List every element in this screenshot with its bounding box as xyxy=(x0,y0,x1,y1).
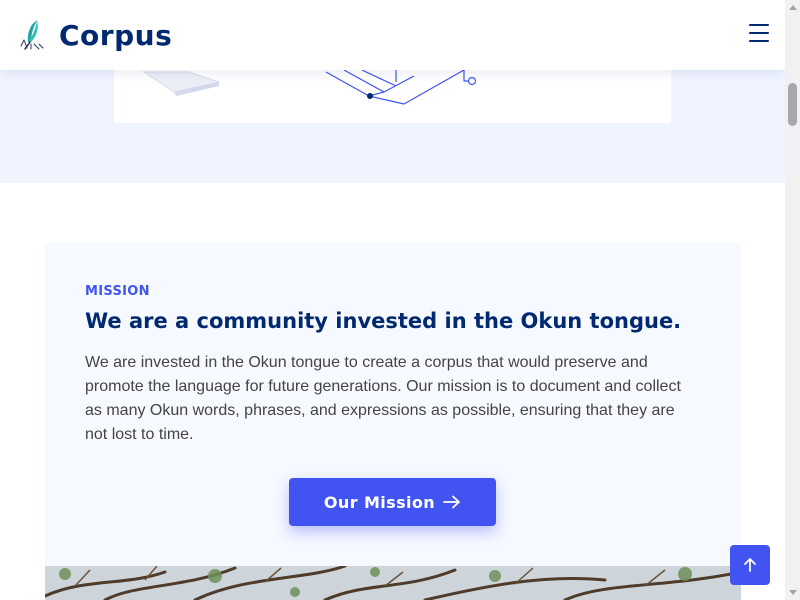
mission-text: We are invested in the Okun tongue to cr… xyxy=(85,354,681,443)
back-to-top-button[interactable] xyxy=(730,545,770,585)
section-label: MISSION xyxy=(85,284,150,299)
scroll-thumb[interactable] xyxy=(788,83,797,126)
menu-bar xyxy=(749,32,769,34)
vertical-scrollbar[interactable] xyxy=(785,0,800,600)
mission-photo xyxy=(45,566,741,600)
mission-title: We are a community invested in the Okun … xyxy=(85,309,682,333)
site-header: Corpus xyxy=(0,0,785,70)
our-mission-button-label: Our Mission xyxy=(323,492,436,512)
menu-bar xyxy=(749,24,769,26)
menu-bar xyxy=(749,40,769,42)
our-mission-button[interactable]: Our Mission xyxy=(289,478,496,526)
brand-name: Corpus xyxy=(59,18,173,52)
hero-illustration xyxy=(142,69,477,105)
arrow-right-icon xyxy=(443,495,460,509)
scroll-up-arrow[interactable] xyxy=(789,5,797,10)
tree-branches-image xyxy=(45,566,741,600)
arrow-up-icon xyxy=(744,558,756,572)
mission-section: MISSION We are a community invested in t… xyxy=(45,243,741,573)
scroll-down-arrow[interactable] xyxy=(789,590,797,595)
logo[interactable]: Corpus xyxy=(17,18,172,52)
hamburger-menu-icon[interactable] xyxy=(749,24,769,42)
quill-logo-icon xyxy=(20,20,44,50)
